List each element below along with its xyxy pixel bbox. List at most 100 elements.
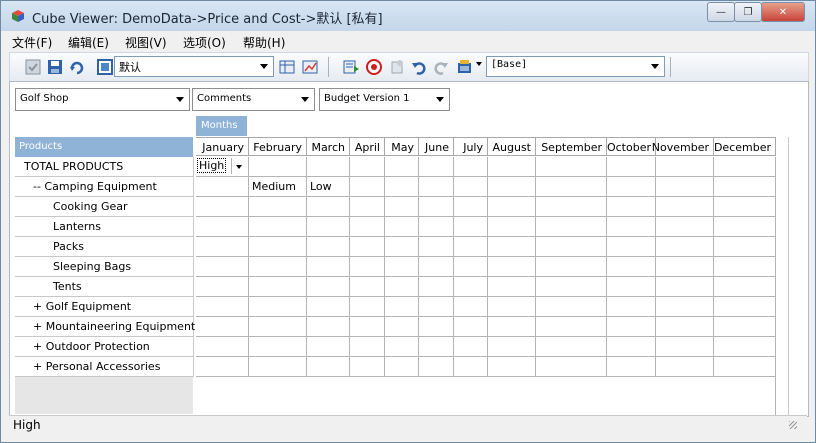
data-cell[interactable]	[350, 257, 385, 277]
menu-options[interactable]: 选项(O)	[183, 34, 226, 51]
chevron-down-icon[interactable]	[173, 91, 187, 107]
data-cell[interactable]	[196, 257, 249, 277]
data-cell[interactable]	[385, 357, 419, 377]
data-cell[interactable]	[350, 357, 385, 377]
column-header[interactable]: July	[454, 137, 488, 156]
data-cell[interactable]	[419, 297, 454, 317]
data-cell[interactable]	[350, 337, 385, 357]
data-cell[interactable]	[656, 357, 714, 377]
sandbox-icon[interactable]	[388, 58, 406, 76]
data-cell[interactable]	[536, 157, 607, 177]
view-name-combo[interactable]: 默认	[114, 56, 274, 77]
data-cell[interactable]	[196, 317, 249, 337]
column-header[interactable]: January	[196, 137, 249, 156]
recalculate-icon[interactable]	[68, 58, 86, 76]
data-cell[interactable]	[714, 337, 776, 357]
data-cell[interactable]	[454, 337, 488, 357]
version-filter-dropdown[interactable]: Budget Version 1	[319, 88, 450, 111]
data-cell[interactable]	[488, 157, 536, 177]
row-header[interactable]: TOTAL PRODUCTS	[15, 157, 194, 177]
data-cell[interactable]	[607, 157, 656, 177]
save-icon[interactable]	[46, 58, 64, 76]
data-cell[interactable]	[656, 337, 714, 357]
row-header[interactable]: Packs	[15, 237, 194, 257]
data-cell[interactable]	[419, 217, 454, 237]
row-header[interactable]: + Personal Accessories	[15, 357, 194, 377]
data-cell[interactable]	[419, 197, 454, 217]
data-cell[interactable]	[536, 177, 607, 197]
data-cell[interactable]	[249, 317, 307, 337]
data-cell[interactable]	[536, 197, 607, 217]
data-cell[interactable]	[249, 357, 307, 377]
data-cell[interactable]	[307, 317, 350, 337]
menu-help[interactable]: 帮助(H)	[243, 34, 285, 51]
data-cell[interactable]	[536, 257, 607, 277]
data-cell[interactable]	[488, 217, 536, 237]
row-header[interactable]: + Mountaineering Equipment	[15, 317, 195, 337]
data-cell[interactable]	[196, 277, 249, 297]
minimize-button[interactable]: —	[707, 2, 735, 22]
data-cell[interactable]	[307, 297, 350, 317]
data-cell[interactable]	[488, 277, 536, 297]
chevron-down-icon[interactable]	[433, 91, 447, 107]
data-cell[interactable]	[419, 257, 454, 277]
subset-editor-icon[interactable]	[457, 58, 475, 76]
data-cell[interactable]	[385, 217, 419, 237]
data-cell[interactable]	[488, 177, 536, 197]
row-dimension-header[interactable]: Products	[15, 137, 193, 157]
data-cell[interactable]	[656, 297, 714, 317]
export-icon[interactable]	[342, 58, 360, 76]
data-cell[interactable]	[350, 237, 385, 257]
data-cell[interactable]	[607, 357, 656, 377]
data-cell[interactable]	[350, 277, 385, 297]
column-header[interactable]: November	[652, 137, 714, 156]
data-cell[interactable]	[607, 177, 656, 197]
data-cell[interactable]	[196, 297, 249, 317]
data-cell[interactable]	[419, 337, 454, 357]
data-cell[interactable]	[385, 157, 419, 177]
menu-view[interactable]: 视图(V)	[125, 34, 167, 51]
data-cell[interactable]	[714, 197, 776, 217]
stop-icon[interactable]	[365, 58, 383, 76]
data-cell[interactable]	[656, 157, 714, 177]
data-cell[interactable]	[385, 337, 419, 357]
data-cell[interactable]	[249, 257, 307, 277]
row-header[interactable]: -- Camping Equipment	[15, 177, 194, 197]
data-cell[interactable]	[536, 237, 607, 257]
subset-combo[interactable]: [Base]	[486, 56, 665, 77]
data-cell[interactable]	[454, 217, 488, 237]
data-cell[interactable]	[656, 197, 714, 217]
data-cell[interactable]	[488, 297, 536, 317]
row-header[interactable]: Cooking Gear	[15, 197, 194, 217]
cell-dropdown-button[interactable]	[231, 158, 246, 174]
data-cell[interactable]	[656, 257, 714, 277]
chevron-down-icon[interactable]	[648, 58, 662, 74]
restore-button[interactable]: ❐	[734, 2, 762, 22]
data-cell[interactable]	[249, 157, 307, 177]
data-cell[interactable]	[385, 237, 419, 257]
data-cell[interactable]	[419, 357, 454, 377]
data-cell[interactable]	[536, 337, 607, 357]
column-header[interactable]: December	[714, 137, 776, 156]
data-cell[interactable]	[714, 257, 776, 277]
data-cell[interactable]	[350, 157, 385, 177]
data-cell[interactable]	[307, 157, 350, 177]
data-cell[interactable]	[196, 197, 249, 217]
column-header[interactable]: February	[249, 137, 307, 156]
data-cell[interactable]	[714, 317, 776, 337]
data-cell[interactable]	[249, 237, 307, 257]
data-cell[interactable]	[714, 217, 776, 237]
menu-edit[interactable]: 编辑(E)	[68, 34, 109, 51]
data-cell[interactable]	[536, 217, 607, 237]
data-cell[interactable]	[350, 177, 385, 197]
data-cell[interactable]	[454, 177, 488, 197]
data-cell[interactable]	[607, 257, 656, 277]
column-header[interactable]: March	[307, 137, 350, 156]
measure-filter-dropdown[interactable]: Comments	[192, 88, 315, 111]
data-cell[interactable]	[714, 157, 776, 177]
row-header[interactable]: Lanterns	[15, 217, 194, 237]
data-cell[interactable]	[419, 237, 454, 257]
column-dimension-tab[interactable]: Months	[196, 116, 247, 136]
column-header[interactable]: August	[488, 137, 536, 156]
data-cell[interactable]	[196, 177, 249, 197]
